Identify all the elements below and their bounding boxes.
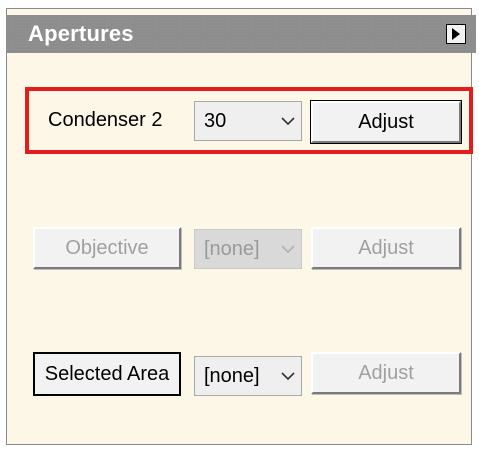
- objective-button[interactable]: Objective: [33, 227, 181, 269]
- selected-area-aperture-select[interactable]: [none]: [194, 356, 302, 396]
- condenser-label: Condenser 2: [48, 109, 163, 131]
- triangle-right-icon: [452, 28, 460, 40]
- objective-aperture-value: [none]: [204, 237, 260, 260]
- selected-area-aperture-value: [none]: [204, 364, 260, 387]
- panel-title: Apertures: [28, 21, 134, 46]
- condenser-adjust-button[interactable]: Adjust: [310, 100, 462, 144]
- selected-area-button[interactable]: Selected Area: [33, 352, 181, 396]
- condenser-aperture-value: 30: [204, 109, 227, 132]
- panel-titlebar: Apertures: [6, 15, 476, 53]
- chevron-down-icon: [275, 371, 301, 381]
- objective-adjust-button[interactable]: Adjust: [311, 227, 461, 269]
- objective-aperture-select[interactable]: [none]: [194, 229, 302, 269]
- chevron-down-icon: [275, 244, 301, 254]
- condenser-aperture-select[interactable]: 30: [194, 101, 302, 141]
- chevron-down-icon: [275, 116, 301, 126]
- selected-area-adjust-button[interactable]: Adjust: [311, 352, 461, 394]
- expand-panel-button[interactable]: [446, 24, 466, 44]
